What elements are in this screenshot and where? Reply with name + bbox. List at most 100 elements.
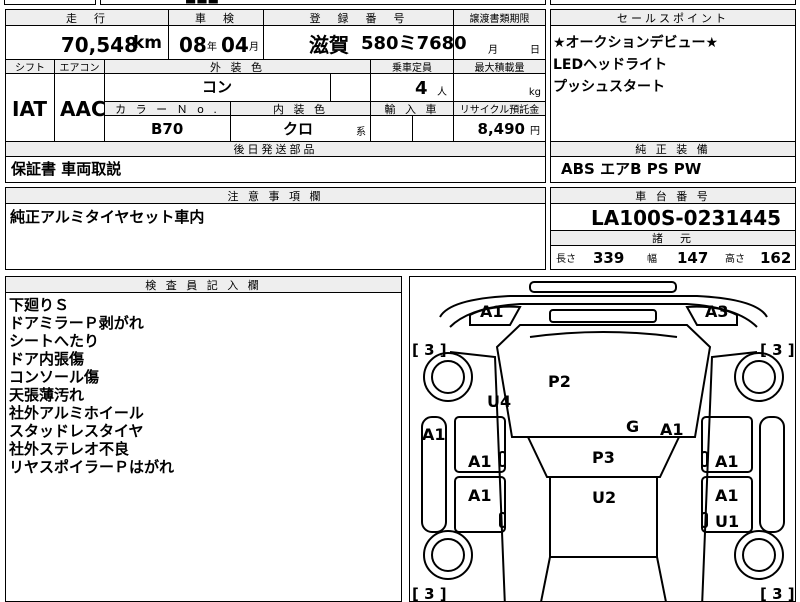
interior-color-value: クロ <box>283 120 314 138</box>
mark-u1-door-right-rear: U1 <box>715 512 739 531</box>
transfer-day-unit: 日 <box>530 45 540 56</box>
inspection-year-unit: 年 <box>207 42 217 53</box>
exterior-color-value: コン <box>202 78 233 96</box>
tire-bracket-front-left: [ 3 ] <box>412 341 447 359</box>
import-header: 輸 入 車 <box>370 101 454 116</box>
sales-point-line: ★オークションデビュー★ <box>553 35 719 51</box>
registration-number: 580ミ7680 <box>361 33 467 54</box>
chassis-value: LA100S-0231445 <box>591 206 782 230</box>
shift-value: IAT <box>12 97 48 121</box>
inspection-cell: 08 年 04 月 <box>168 25 264 60</box>
mark-a1-front-left: A1 <box>480 302 504 321</box>
inspector-note-line: コンソール傷 <box>9 368 100 386</box>
aircon-value: AAC <box>60 97 106 121</box>
registration-header: 登 録 番 号 <box>263 9 454 26</box>
mileage-cell: 70,548 km <box>5 25 169 60</box>
registration-region: 滋賀 <box>309 33 349 57</box>
later-parts-value: 保証書 車両取説 <box>11 160 122 178</box>
color-no-cell: B70 <box>104 115 231 142</box>
inspection-month: 04 <box>221 33 249 57</box>
recycle-cell: 8,490 円 <box>453 115 546 142</box>
aircon-cell: AAC <box>54 73 106 142</box>
standard-equipment-cell: ABS エアB PS PW <box>550 156 796 183</box>
transfer-month-unit: 月 <box>488 45 498 56</box>
capacity-value: 4 <box>415 78 428 99</box>
transfer-deadline-header: 譲渡書類期限 <box>453 9 546 26</box>
inspector-note-line: 天張薄汚れ <box>9 386 85 404</box>
top-strip: ■■■ <box>0 0 800 5</box>
color-no-header: カ ラ ー Ｎ o . <box>104 101 231 116</box>
chassis-cell: LA100S-0231445 <box>550 203 796 231</box>
mark-g-windshield: G <box>626 417 639 436</box>
tire-bracket-rear-right: [ 3 ] <box>760 585 795 602</box>
inspection-month-unit: 月 <box>249 42 259 53</box>
damage-diagram: A1 A3 P2 U4 A1 G A1 A1 P3 A1 A1 U2 A1 U1… <box>409 276 796 602</box>
mark-a1-door-right-rear: A1 <box>715 486 739 505</box>
top-strip-text: ■■■ <box>185 0 219 4</box>
inspection-header: 車 検 <box>168 9 264 26</box>
color-no-value: B70 <box>151 120 184 138</box>
mark-a1-door-right-front: A1 <box>715 452 739 471</box>
standard-equipment-header: 純 正 装 備 <box>550 141 796 157</box>
inspector-note-line: 社外ステレオ不良 <box>9 440 130 458</box>
specs-cell: 長さ 339 幅 147 高さ 162 <box>550 245 796 270</box>
inspector-header: 検 査 員 記 入 欄 <box>5 276 402 293</box>
shift-cell: IAT <box>5 73 55 142</box>
tire-bracket-rear-left: [ 3 ] <box>412 585 447 602</box>
recycle-header: リサイクル預託金 <box>453 101 546 116</box>
inspector-note-line: 社外アルミホイール <box>9 404 144 422</box>
mileage-value: 70,548 <box>60 33 138 57</box>
exterior-color-extra-cell <box>330 73 371 102</box>
standard-equipment-value: ABS エアB PS PW <box>561 160 702 178</box>
sales-points-cell: ★オークションデビュー★ LEDヘッドライト プッシュスタート <box>550 25 796 142</box>
mark-u4-fender-left: U4 <box>487 392 511 411</box>
sales-points-header: セールスポイント <box>550 9 796 26</box>
inspector-note-line: スタッドレスタイヤ <box>9 422 144 440</box>
inspector-note-line: シートへたり <box>9 332 100 350</box>
mark-a1-windshield-right: A1 <box>660 420 684 439</box>
mark-p3-roof: P3 <box>592 448 615 467</box>
mileage-header: 走 行 <box>5 9 169 26</box>
chassis-header: 車 台 番 号 <box>550 187 796 204</box>
inspector-note-line: ドアミラーＰ剥がれ <box>9 314 144 332</box>
sales-point-line: LEDヘッドライト <box>553 57 668 73</box>
capacity-cell: 4 人 <box>370 73 454 102</box>
inspector-notes-list: 下廻りＳ ドアミラーＰ剥がれ シートへたり ドア内張傷 コンソール傷 天張薄汚れ 社外アルミ… <box>9 296 174 476</box>
mark-p2-hood: P2 <box>548 372 571 391</box>
later-parts-cell: 保証書 車両取説 <box>5 156 546 183</box>
mileage-unit: km <box>132 33 162 53</box>
mark-a1-side-left: A1 <box>422 425 446 444</box>
exterior-color-header: 外 装 色 <box>104 59 371 74</box>
aircon-header: エアコン <box>54 59 105 74</box>
capacity-unit: 人 <box>437 87 447 98</box>
interior-color-suffix: 系 <box>356 127 366 138</box>
mark-a1-door-left-rear: A1 <box>468 486 492 505</box>
recycle-value: 8,490 <box>477 120 525 138</box>
width-value: 147 <box>677 249 709 267</box>
caution-cell: 純正アルミタイヤセット車内 <box>5 203 546 270</box>
inspector-note-line: リヤスポイラーＰはがれ <box>9 458 175 476</box>
inspection-year: 08 <box>179 33 207 57</box>
mark-u2-roof-rear: U2 <box>592 488 616 507</box>
sales-points-list: ★オークションデビュー★ LEDヘッドライト プッシュスタート <box>553 32 718 98</box>
length-label: 長さ <box>556 254 576 265</box>
caution-value: 純正アルミタイヤセット車内 <box>10 208 205 226</box>
sales-point-line: プッシュスタート <box>553 79 665 95</box>
inspector-notes-cell: 下廻りＳ ドアミラーＰ剥がれ シートへたり ドア内張傷 コンソール傷 天張薄汚れ 社外アルミ… <box>5 292 402 602</box>
mark-a3-front-right: A3 <box>705 302 729 321</box>
caution-header: 注 意 事 項 欄 <box>5 187 546 204</box>
tire-bracket-front-right: [ 3 ] <box>760 341 795 359</box>
inspector-note-line: ドア内張傷 <box>9 350 85 368</box>
import-cell-1 <box>370 115 413 142</box>
interior-color-cell: クロ 系 <box>230 115 371 142</box>
mark-a1-door-left-front: A1 <box>468 452 492 471</box>
max-load-cell: kg <box>453 73 546 102</box>
max-load-unit: kg <box>528 87 541 98</box>
height-label: 高さ <box>725 254 745 265</box>
height-value: 162 <box>760 249 792 267</box>
later-parts-header: 後日発送部品 <box>5 141 546 157</box>
interior-color-header: 内 装 色 <box>230 101 371 116</box>
recycle-unit: 円 <box>530 126 540 137</box>
transfer-deadline-cell: 月 日 <box>453 25 546 60</box>
capacity-header: 乗車定員 <box>370 59 454 74</box>
